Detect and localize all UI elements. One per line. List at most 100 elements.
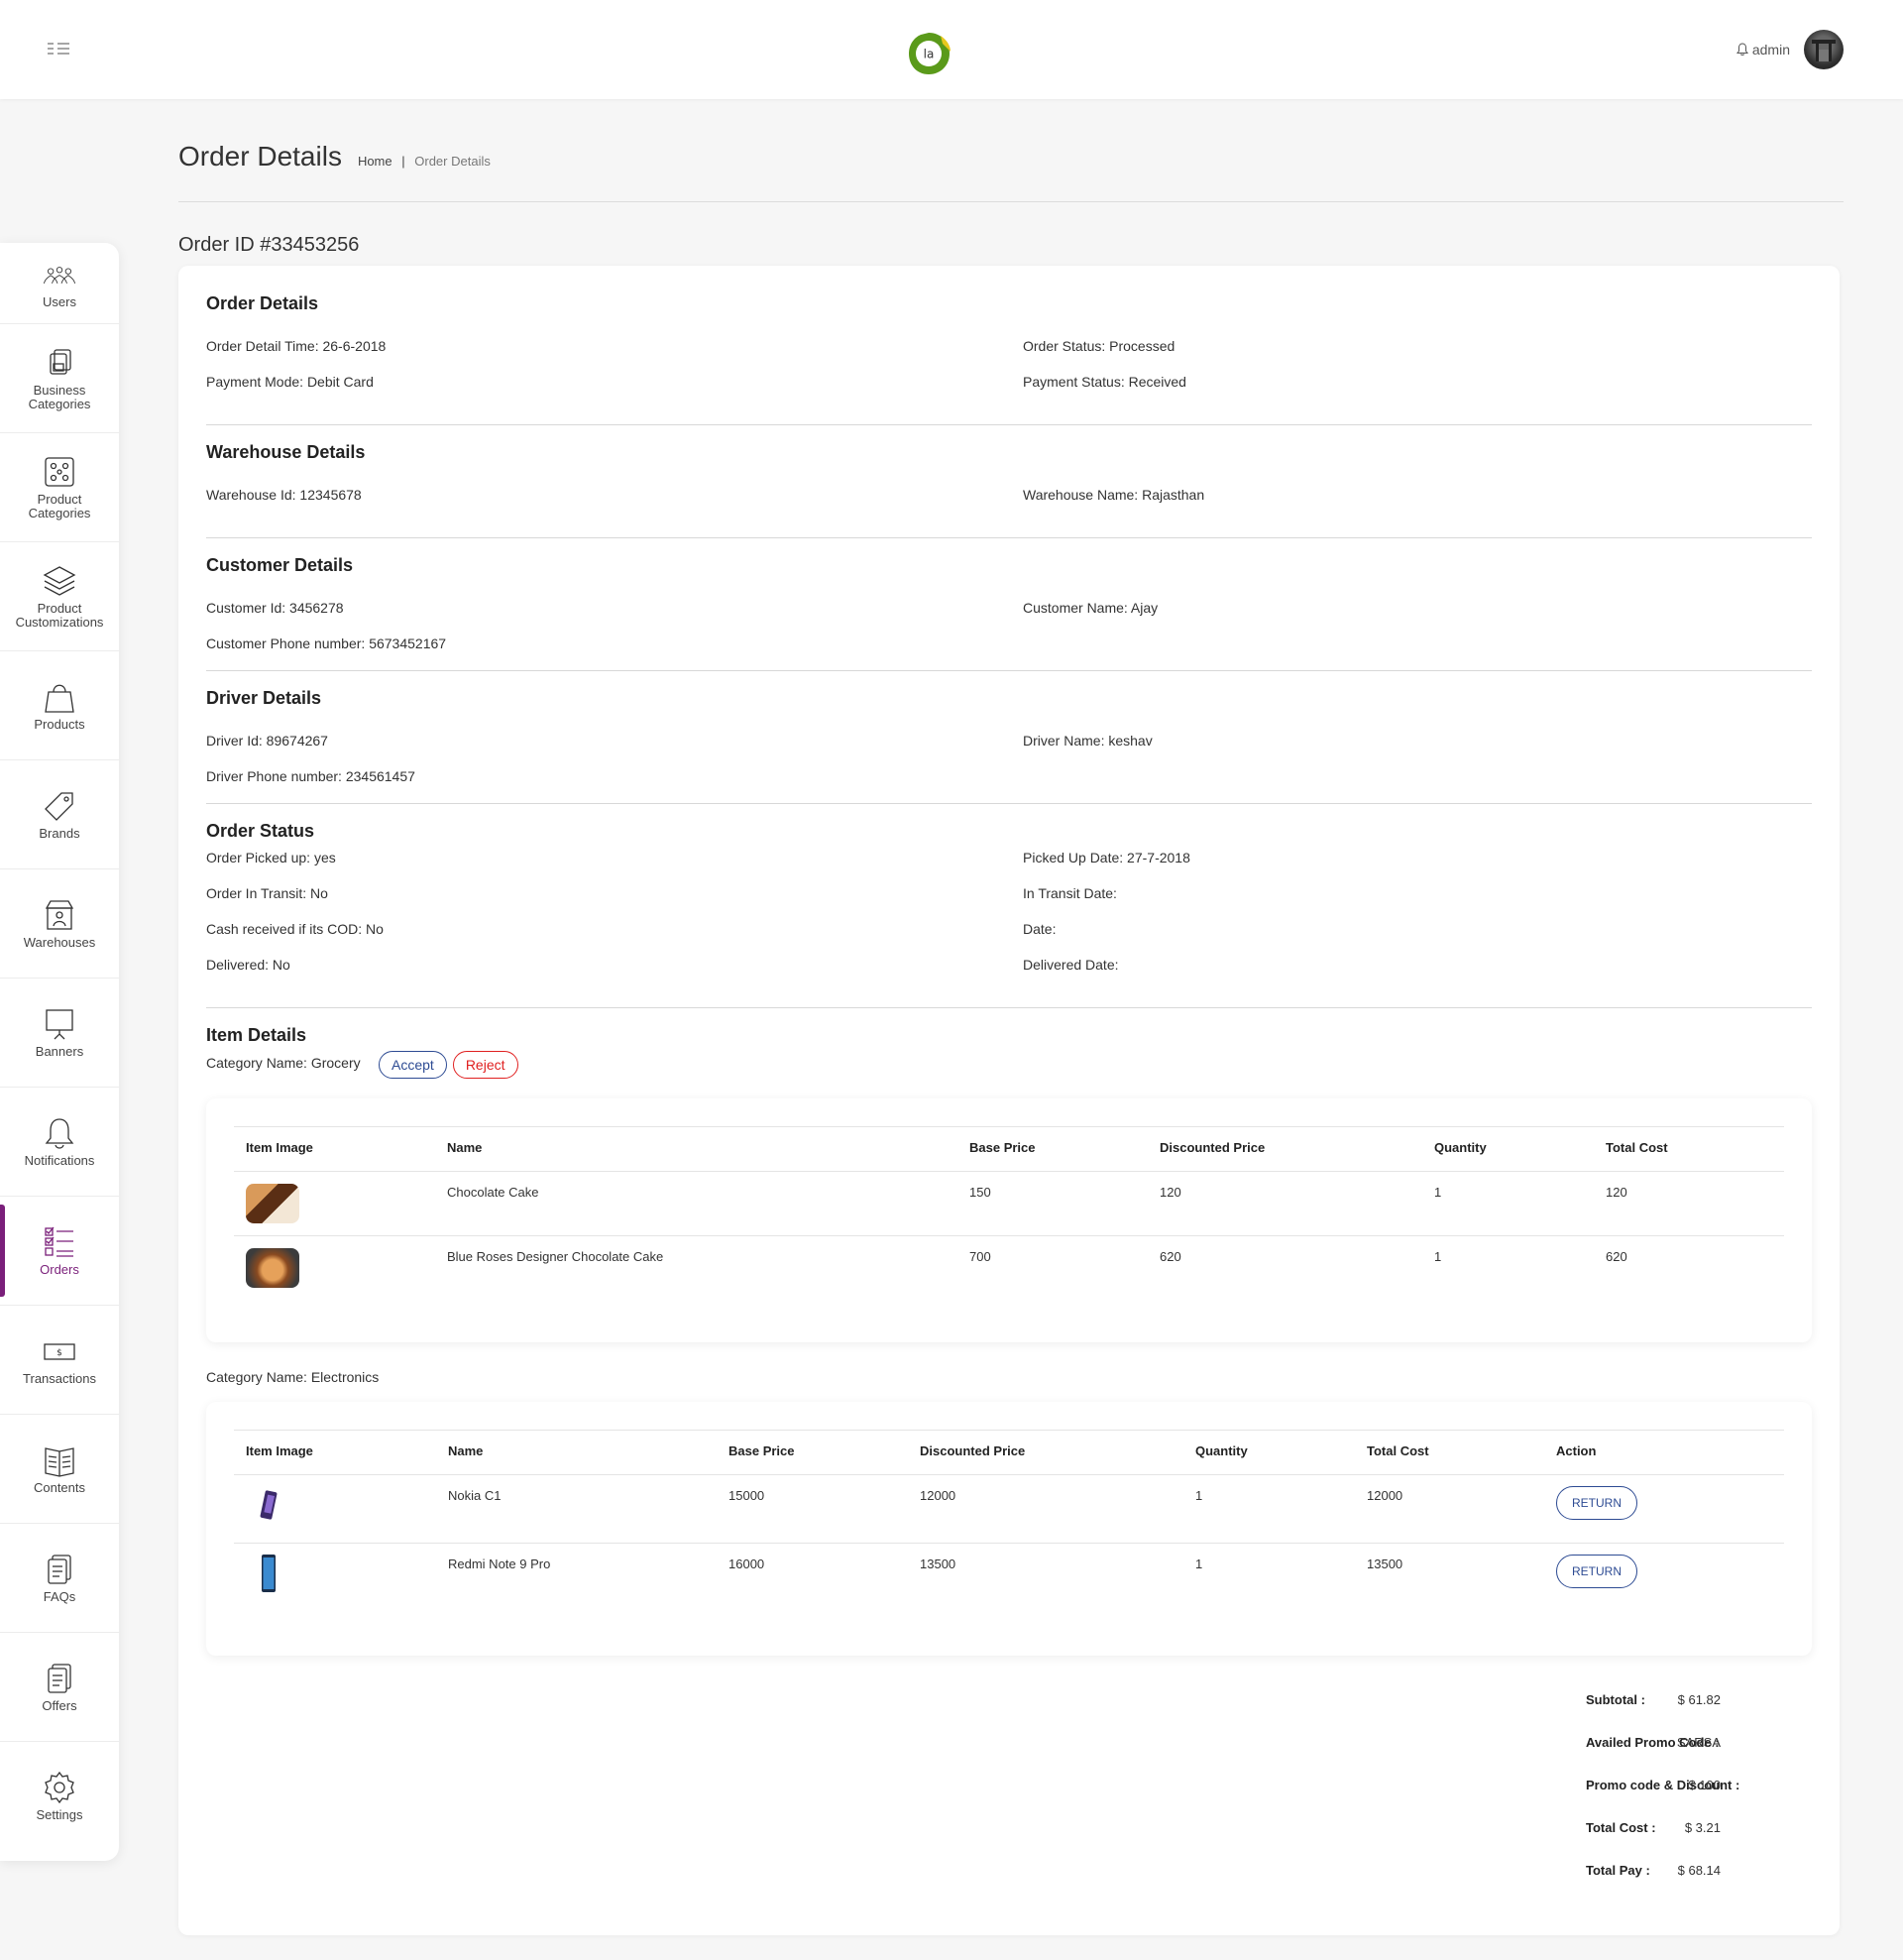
- reject-button[interactable]: Reject: [452, 1051, 518, 1079]
- item-discounted-price: 620: [1160, 1249, 1181, 1264]
- layers-icon: [43, 565, 76, 596]
- item-base-price: 16000: [728, 1556, 765, 1571]
- section-heading: Driver Details: [206, 688, 322, 708]
- sidebar-item-brands[interactable]: Brands: [0, 760, 119, 869]
- col-item-image: Item Image: [246, 1140, 313, 1155]
- sidebar-item-label: Product Customizations: [15, 600, 104, 630]
- sidebar-item-banners[interactable]: Banners: [0, 979, 119, 1088]
- col-name: Name: [448, 1443, 484, 1458]
- driver-id: Driver Id: 89674267: [206, 733, 328, 749]
- item-discounted-price: 13500: [920, 1556, 956, 1571]
- item-name: Redmi Note 9 Pro: [448, 1556, 551, 1571]
- sidebar-item-products[interactable]: Products: [0, 651, 119, 760]
- sidebar-item-business-categories[interactable]: Business Categories: [0, 324, 119, 433]
- sidebar-item-orders[interactable]: Orders: [0, 1197, 119, 1306]
- total-cost-value: $ 3.21: [1684, 1820, 1721, 1835]
- return-button[interactable]: RETURN: [1556, 1555, 1637, 1588]
- promo-code-value: SARSA: [1676, 1735, 1721, 1750]
- page-title: Order Details: [178, 141, 342, 172]
- driver-phone: Driver Phone number: 234561457: [206, 768, 415, 784]
- sidebar-item-label: Business Categories: [28, 382, 91, 411]
- sidebar-item-notifications[interactable]: Notifications: [0, 1088, 119, 1197]
- warehouse-icon: [45, 899, 74, 930]
- order-id: Order ID #33453256: [178, 234, 360, 256]
- menu-toggle-icon[interactable]: [46, 38, 73, 59]
- bell-icon: [45, 1117, 74, 1149]
- banner-board-icon: [46, 1008, 73, 1039]
- item-name: Nokia C1: [448, 1488, 502, 1503]
- grocery-items-table: Item Image Name Base Price Discounted Pr…: [206, 1098, 1812, 1342]
- faq-icon: [48, 1554, 71, 1584]
- table-divider: [234, 1430, 1784, 1431]
- order-card: Order Details Order Detail Time: 26-6-20…: [178, 266, 1840, 1935]
- page-header: Order Details Home | Order Details: [178, 141, 491, 173]
- sidebar: Users Business Categories Product Catego…: [0, 243, 119, 1861]
- section-heading: Item Details: [206, 1025, 307, 1045]
- sidebar-item-label: Products: [34, 716, 85, 732]
- col-discounted-price: Discounted Price: [920, 1443, 1026, 1458]
- sidebar-item-transactions[interactable]: $ Transactions: [0, 1306, 119, 1415]
- cash-date: Date:: [1023, 921, 1057, 937]
- item-image: [246, 1248, 299, 1288]
- item-quantity: 1: [1434, 1185, 1442, 1200]
- customer-phone: Customer Phone number: 5673452167: [206, 635, 447, 651]
- product-categories-icon: [45, 456, 74, 487]
- sidebar-item-warehouses[interactable]: Warehouses: [0, 869, 119, 979]
- sidebar-item-offers[interactable]: Offers: [0, 1633, 119, 1742]
- warehouse-section: Warehouse Details: [206, 442, 1812, 463]
- item-total-cost: 120: [1606, 1185, 1627, 1200]
- item-base-price: 15000: [728, 1488, 765, 1503]
- sidebar-item-faqs[interactable]: FAQs: [0, 1524, 119, 1633]
- picked-up-date: Picked Up Date: 27-7-2018: [1023, 850, 1190, 865]
- tag-icon: [45, 791, 73, 821]
- breadcrumb-separator: |: [401, 154, 405, 169]
- cash-icon: $: [44, 1342, 75, 1360]
- customer-section: Customer Details: [206, 555, 1812, 576]
- col-total-cost: Total Cost: [1606, 1140, 1668, 1155]
- sidebar-item-label: Transactions: [23, 1370, 96, 1386]
- col-quantity: Quantity: [1195, 1443, 1248, 1458]
- driver-section: Driver Details: [206, 688, 1812, 709]
- customer-name: Customer Name: Ajay: [1023, 600, 1159, 616]
- sidebar-item-label: Product Categories: [28, 491, 91, 520]
- item-actions: Accept Reject: [379, 1051, 518, 1079]
- driver-name: Driver Name: keshav: [1023, 733, 1153, 749]
- item-details-section: Item Details: [206, 1025, 1812, 1046]
- col-item-image: Item Image: [246, 1443, 313, 1458]
- col-discounted-price: Discounted Price: [1160, 1140, 1266, 1155]
- item-base-price: 700: [969, 1249, 991, 1264]
- divider: [206, 803, 1812, 804]
- offers-icon: [48, 1663, 71, 1693]
- item-image: [246, 1184, 299, 1223]
- section-heading: Customer Details: [206, 555, 354, 575]
- logo[interactable]: la: [905, 30, 952, 77]
- customer-id: Customer Id: 3456278: [206, 600, 344, 616]
- breadcrumb-home[interactable]: Home: [358, 154, 392, 169]
- divider: [206, 1007, 1812, 1008]
- sidebar-item-label: Banners: [35, 1043, 84, 1059]
- col-action: Action: [1556, 1443, 1597, 1458]
- sidebar-item-label: Settings: [36, 1807, 83, 1822]
- accept-button[interactable]: Accept: [379, 1051, 447, 1079]
- sidebar-item-contents[interactable]: Contents: [0, 1415, 119, 1524]
- col-name: Name: [447, 1140, 483, 1155]
- item-quantity: 1: [1195, 1556, 1203, 1571]
- sidebar-item-product-customizations[interactable]: Product Customizations: [0, 542, 119, 651]
- breadcrumb: Home | Order Details: [358, 154, 491, 169]
- item-name: Blue Roses Designer Chocolate Cake: [447, 1249, 664, 1264]
- section-heading: Warehouse Details: [206, 442, 366, 462]
- avatar[interactable]: [1804, 30, 1844, 69]
- delivered: Delivered: No: [206, 957, 290, 973]
- warehouse-id: Warehouse Id: 12345678: [206, 487, 362, 503]
- sidebar-item-label: Orders: [40, 1261, 79, 1277]
- return-button[interactable]: RETURN: [1556, 1486, 1637, 1520]
- col-total-cost: Total Cost: [1367, 1443, 1429, 1458]
- top-bar: la admin: [0, 0, 1903, 99]
- divider: [206, 424, 1812, 425]
- warehouse-name: Warehouse Name: Rajasthan: [1023, 487, 1205, 503]
- user-menu[interactable]: admin: [1735, 42, 1790, 58]
- sidebar-item-settings[interactable]: Settings: [0, 1742, 119, 1851]
- sidebar-item-users[interactable]: Users: [0, 243, 119, 324]
- sidebar-item-product-categories[interactable]: Product Categories: [0, 433, 119, 542]
- item-discounted-price: 120: [1160, 1185, 1181, 1200]
